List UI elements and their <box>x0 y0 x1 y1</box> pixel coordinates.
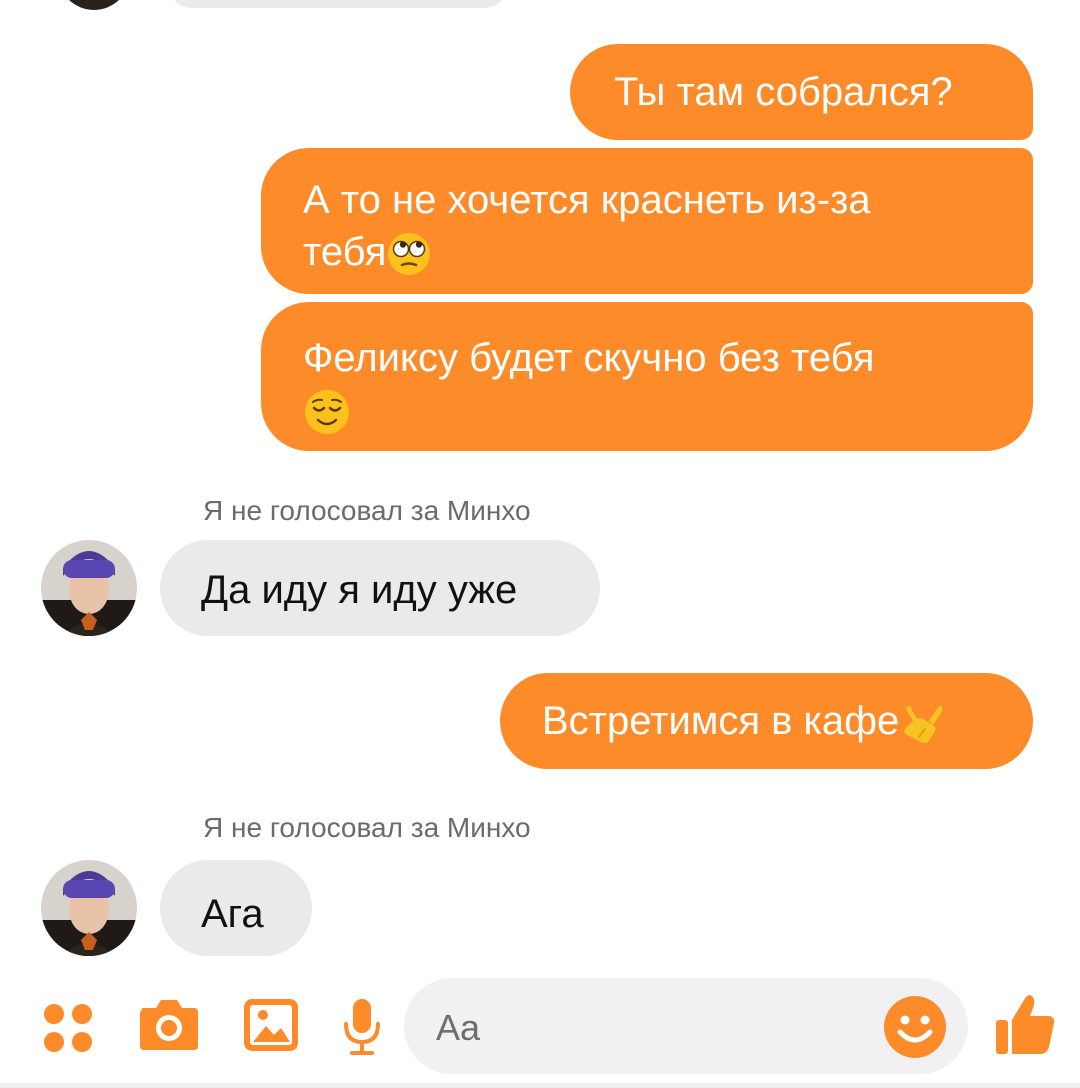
outgoing-message[interactable]: А то не хочется краснеть из-за тебя <box>261 148 1033 294</box>
message-text: Да иду я иду уже <box>201 568 518 612</box>
face-with-rolling-eyes-emoji <box>388 233 431 276</box>
avatar <box>58 0 130 10</box>
message-text: Ты там собрался? <box>614 70 953 114</box>
message-bubble-partial <box>168 0 508 8</box>
avatar[interactable] <box>41 860 137 956</box>
message-input-placeholder: Aa <box>436 1007 481 1048</box>
outgoing-message[interactable]: Феликсу будет скучно без тебя <box>261 302 1033 451</box>
thumbs-up-icon[interactable] <box>992 990 1058 1058</box>
message-text: Встретимся в кафе <box>542 699 900 743</box>
outgoing-message[interactable]: Ты там собрался? <box>570 44 1033 140</box>
avatar-photo <box>41 540 137 636</box>
avatar[interactable] <box>41 540 137 636</box>
microphone-icon[interactable] <box>340 996 384 1058</box>
message-text: Феликсу будет скучно без тебя <box>303 336 875 380</box>
incoming-message[interactable]: Да иду я иду уже <box>160 540 600 636</box>
incoming-message[interactable]: Ага <box>160 860 312 956</box>
outgoing-message[interactable]: Встретимся в кафе <box>500 673 1033 769</box>
message-text: А то не хочется краснеть из-за <box>303 178 871 222</box>
avatar-photo <box>41 860 137 956</box>
emoji-icon[interactable] <box>882 994 948 1060</box>
sender-name: Я не голосовал за Минхо <box>203 495 531 526</box>
camera-icon[interactable] <box>136 996 202 1054</box>
gallery-icon[interactable] <box>241 996 301 1054</box>
message-text: тебя <box>303 230 387 274</box>
more-apps-icon[interactable] <box>40 1000 98 1058</box>
sender-name: Я не голосовал за Минхо <box>203 812 531 843</box>
bottom-divider <box>0 1083 1080 1088</box>
call-me-hand-emoji <box>904 706 944 744</box>
relieved-face-emoji <box>305 390 349 435</box>
message-text: Ага <box>201 892 264 936</box>
